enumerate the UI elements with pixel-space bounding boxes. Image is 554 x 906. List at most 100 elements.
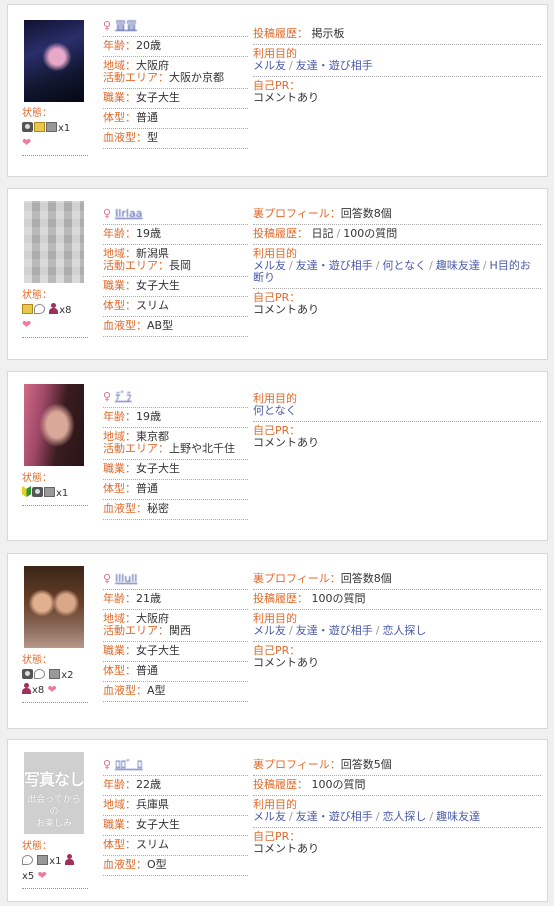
chat-icon xyxy=(34,304,45,314)
profile-photo[interactable] xyxy=(24,20,84,102)
status-box: 状態： x1 ❤ xyxy=(22,107,88,156)
ura-label: 裏プロフィール： xyxy=(253,758,341,771)
job-value: 女子大生 xyxy=(136,279,180,292)
status-count: x2 xyxy=(61,670,74,681)
blood-value: 秘密 xyxy=(147,502,169,515)
purpose-link[interactable]: 友達・遊び相手 xyxy=(296,259,373,272)
profile-card: 状態： x8 ❤ ♀ Ilrlaa 年齢：19歳 地域：新潟県 活動エリア：長岡 職… xyxy=(7,188,548,360)
area-label: 活動エリア： xyxy=(103,442,169,455)
status-label: 状態： xyxy=(22,290,52,301)
history-value[interactable]: 100の質問 xyxy=(312,778,366,791)
camera-icon xyxy=(22,669,33,679)
age-value: 19歳 xyxy=(136,227,161,240)
heart-icon: ❤ xyxy=(22,136,32,149)
history-label: 投稿履歴： xyxy=(253,778,308,791)
status-count: x1 xyxy=(49,856,62,867)
age-label: 年齢： xyxy=(103,410,136,423)
album-icon xyxy=(49,669,61,679)
body-value: 普通 xyxy=(136,482,158,495)
purpose-link[interactable]: 何となく xyxy=(253,404,297,417)
camera-icon xyxy=(32,487,43,497)
age-label: 年齢： xyxy=(103,592,136,605)
age-label: 年齢： xyxy=(103,778,136,791)
job-label: 職業： xyxy=(103,644,136,657)
age-value: 22歳 xyxy=(136,778,161,791)
purpose-link[interactable]: 友達・遊び相手 xyxy=(296,810,373,823)
blood-label: 血液型： xyxy=(103,319,147,332)
area-label: 活動エリア： xyxy=(103,259,169,272)
no-photo-caption: 出会ってからの xyxy=(27,795,81,817)
purpose-link[interactable]: メル友 xyxy=(253,59,286,72)
body-value: 普通 xyxy=(136,664,158,677)
profile-photo[interactable] xyxy=(24,201,84,283)
nickname-link[interactable]: 冒冒 xyxy=(115,19,137,32)
heart-icon: ❤ xyxy=(37,869,47,882)
blood-label: 血液型： xyxy=(103,684,147,697)
profile-photo[interactable] xyxy=(24,384,84,466)
blood-value: A型 xyxy=(147,684,166,697)
age-value: 21歳 xyxy=(136,592,161,605)
history-label: 投稿履歴： xyxy=(253,592,308,605)
nickname-link[interactable]: ﾛﾛ゛ﾛ xyxy=(115,758,143,771)
profile-photo[interactable] xyxy=(24,566,84,648)
diary-icon xyxy=(34,122,45,132)
no-photo-caption: お楽しみ xyxy=(35,819,72,829)
job-value: 女子大生 xyxy=(136,818,180,831)
body-label: 体型： xyxy=(103,299,136,312)
job-label: 職業： xyxy=(103,818,136,831)
purpose-link[interactable]: 何となく xyxy=(382,259,426,272)
status-count: x5 xyxy=(22,871,35,882)
status-box: 状態： x8 ❤ xyxy=(22,289,88,338)
status-count: x8 xyxy=(59,305,72,316)
status-label: 状態： xyxy=(22,655,52,666)
purpose-link[interactable]: 友達・遊び相手 xyxy=(296,59,373,72)
age-label: 年齢： xyxy=(103,39,136,52)
person-icon xyxy=(49,303,59,314)
age-value: 19歳 xyxy=(136,410,161,423)
blood-value: AB型 xyxy=(147,319,174,332)
area-value: 上野や北千住 xyxy=(169,442,235,455)
history-value[interactable]: 100の質問 xyxy=(312,592,366,605)
album-icon xyxy=(46,122,57,132)
blood-value: O型 xyxy=(147,858,167,871)
pr-value: コメントあり xyxy=(253,436,319,449)
status-box: 状態： x2 x8 ❤ xyxy=(22,654,88,703)
purpose-link[interactable]: 趣味友達 xyxy=(436,259,480,272)
status-label: 状態： xyxy=(22,841,52,852)
album-icon xyxy=(37,855,49,865)
profile-card: 状態： x2 x8 ❤ ♀ lllull 年齢：21歳 地域：大阪府 活動エリア：関… xyxy=(7,553,548,729)
purpose-link[interactable]: メル友 xyxy=(253,810,286,823)
status-count: x8 xyxy=(32,685,45,696)
history-label: 投稿履歴： xyxy=(253,227,308,240)
blood-label: 血液型： xyxy=(103,502,147,515)
status-label: 状態： xyxy=(22,108,52,119)
camera-icon xyxy=(22,122,33,132)
person-icon xyxy=(22,683,31,694)
no-photo-title: 写真なし xyxy=(24,770,84,789)
purpose-link[interactable]: 恋人探し xyxy=(382,810,426,823)
nickname-link[interactable]: Ilrlaa xyxy=(115,207,142,220)
profile-card: 状態： x1 ❤ ♀ 冒冒 年齢：20歳 地域：大阪府 活動エリア：大阪か京都 職業… xyxy=(7,4,548,177)
ura-value: 回答数5個 xyxy=(340,758,392,771)
purpose-link[interactable]: 趣味友達 xyxy=(436,810,480,823)
blood-label: 血液型： xyxy=(103,131,147,144)
profile-list: 状態： x1 ❤ ♀ 冒冒 年齢：20歳 地域：大阪府 活動エリア：大阪か京都 職業… xyxy=(0,0,554,906)
nickname-link[interactable]: ﾃﾞﾗ xyxy=(115,390,132,403)
nickname-link[interactable]: lllull xyxy=(115,572,137,585)
ura-label: 裏プロフィール： xyxy=(253,207,341,220)
history-value: 掲示板 xyxy=(311,27,345,40)
ura-value: 回答数8個 xyxy=(340,572,392,585)
history-value[interactable]: 100の質問 xyxy=(343,227,397,240)
purpose-link[interactable]: 恋人探し xyxy=(382,624,426,637)
body-label: 体型： xyxy=(103,838,136,851)
area-value: 関西 xyxy=(169,624,191,637)
history-value[interactable]: 日記 xyxy=(312,227,334,240)
area-value: 大阪か京都 xyxy=(169,71,224,84)
purpose-link[interactable]: メル友 xyxy=(253,624,286,637)
pr-value: コメントあり xyxy=(253,656,319,669)
blood-label: 血液型： xyxy=(103,858,147,871)
pr-value: コメントあり xyxy=(253,91,319,104)
female-icon: ♀ xyxy=(103,390,112,403)
no-photo-placeholder[interactable]: 写真なし 出会ってからの お楽しみ xyxy=(24,752,84,834)
purpose-link[interactable]: 友達・遊び相手 xyxy=(296,624,373,637)
